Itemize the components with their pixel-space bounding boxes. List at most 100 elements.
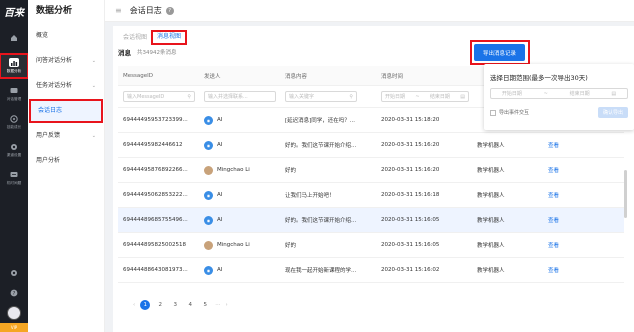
rail-item-home[interactable] xyxy=(0,26,28,50)
view-link[interactable]: 查看 xyxy=(543,191,613,199)
table-row[interactable]: 69444489685755496... ◉ AI 好的。我们这节课开始介绍... 20… xyxy=(118,208,624,233)
rail-item-growth[interactable]: 技能成长 xyxy=(0,110,28,134)
sender-name: AI xyxy=(217,117,223,123)
sender-name: Mingchao Li xyxy=(217,242,250,248)
sender-cell: ◉ AI xyxy=(199,265,280,275)
column-header: 消息时间 xyxy=(381,73,404,80)
chat-icon xyxy=(9,86,19,95)
gear-icon[interactable] xyxy=(0,263,28,283)
bot-name: 教学机器人 xyxy=(477,218,505,224)
brand-logo: 百来 xyxy=(4,7,24,19)
view-link[interactable]: 查看 xyxy=(543,166,613,174)
popover-title: 选择日期范围(最多一次导出30天) xyxy=(490,74,588,82)
sender-cell: ◉ AI xyxy=(199,190,280,200)
table-row[interactable]: 6944448958250025​18 Mingchao Li 好的 2020-03-… xyxy=(118,233,624,258)
help-icon[interactable]: ? xyxy=(165,6,174,15)
checkbox-box[interactable] xyxy=(490,109,496,116)
ellipsis[interactable]: ··· xyxy=(215,302,220,308)
home-icon xyxy=(9,34,19,43)
page-button[interactable]: 2 xyxy=(155,300,165,310)
message-id-input[interactable]: 输入MessageID ⚲ xyxy=(123,91,195,102)
export-messages-button[interactable]: 导出消息记录 xyxy=(474,44,525,61)
next-page-button[interactable]: › xyxy=(225,302,227,308)
tab-message-view[interactable]: 消息视图 xyxy=(151,30,188,45)
view-link[interactable]: 查看 xyxy=(543,241,613,249)
sidebar-item-label: 问答对话分析 xyxy=(36,57,73,64)
sender-cell: Mingchao Li xyxy=(199,165,280,175)
rail-item-channel[interactable]: 渠道设置 xyxy=(0,138,28,162)
chart-icon xyxy=(9,58,19,67)
view-tabs: 会话视图 消息视图 xyxy=(113,26,634,45)
sidebar-item-label: 概览 xyxy=(36,32,49,39)
avatar xyxy=(204,165,213,175)
scrollbar[interactable] xyxy=(624,170,627,218)
export-date-range[interactable]: 开始日期 ~ 结束日期 ▤ xyxy=(490,88,628,99)
message-id: 69444495953723399... xyxy=(123,117,188,123)
vip-badge: VIP xyxy=(0,323,28,332)
sidebar-item-label: 用户反馈 xyxy=(36,132,61,139)
page-button[interactable]: 4 xyxy=(185,300,195,310)
table-row[interactable]: 69444488643081973... ◉ AI 现在我一起开始新课程的学... 20… xyxy=(118,258,624,283)
sender-cell: ◉ AI xyxy=(199,215,280,225)
rail-label: 机时间题 xyxy=(6,180,22,185)
bot-name: 教学机器人 xyxy=(477,143,505,149)
view-link[interactable]: 查看 xyxy=(543,266,613,274)
message-id: 69444495062853222... xyxy=(123,192,188,198)
svg-text:?: ? xyxy=(13,291,16,297)
section-header: 消息 共34942条消息 xyxy=(113,44,634,60)
sender-name: AI xyxy=(217,142,223,148)
table-row[interactable]: 6944449598244661​2 ◉ AI 好的。我们这节课开始介绍... 2020… xyxy=(118,133,624,158)
sender-cell: ◉ AI xyxy=(199,140,280,150)
message-time: 2020-03-31 15:16:18 xyxy=(381,192,440,198)
sidebar-item-task-analysis[interactable]: 任务对话分析 ⌄ xyxy=(28,75,104,97)
message-content: 现在我一起开始新课程的学... xyxy=(285,268,357,274)
user-avatar[interactable] xyxy=(7,306,21,320)
page-button[interactable]: 5 xyxy=(200,300,210,310)
sender-select[interactable]: 输入并选择联系... xyxy=(204,91,276,102)
help-icon[interactable]: ? xyxy=(0,283,28,303)
rail-item-dialogue[interactable]: 对话管理 xyxy=(0,82,28,106)
table-row[interactable]: 69444495876892266... Mingchao Li 好的 2020-03… xyxy=(118,158,624,183)
sidebar-item-feedback[interactable]: 用户反馈 ⌄ xyxy=(28,125,104,147)
confirm-export-button[interactable]: 确认导出 xyxy=(597,107,628,118)
sidebar-item-qa-analysis[interactable]: 问答对话分析 ⌄ xyxy=(28,50,104,72)
prev-page-button[interactable]: ‹ xyxy=(133,302,135,308)
tab-session-view[interactable]: 会话视图 xyxy=(118,32,152,44)
message-time: 2020-03-31 15:16:02 xyxy=(381,267,440,273)
message-icon xyxy=(9,170,19,179)
sender-name: AI xyxy=(217,192,223,198)
ai-avatar-icon: ◉ xyxy=(204,215,213,225)
message-content: 好的。我们这节课开始介绍... xyxy=(285,218,357,224)
growth-icon xyxy=(9,114,19,123)
rail-bottom: ? VIP xyxy=(0,263,28,332)
sidebar-item-user-analysis[interactable]: 用户分析 xyxy=(28,150,104,172)
date-range-picker[interactable]: 开始日期 ~ 结束日期 ▤ xyxy=(381,91,469,102)
sidebar-item-overview[interactable]: 概览 xyxy=(28,25,104,47)
sidebar-item-session-log[interactable]: 会话日志 xyxy=(29,99,103,123)
chevron-down-icon: ⌄ xyxy=(91,83,96,89)
chevron-down-icon: ⌄ xyxy=(91,58,96,64)
message-content: [延迟消息]同学，还在吗？... xyxy=(285,118,356,124)
table-row[interactable]: 69444495062853222... ◉ AI 让我们马上开始吧！ 2020-03-… xyxy=(118,183,624,208)
export-events-checkbox[interactable]: 导出事件交互 xyxy=(490,109,529,116)
secondary-sidebar: 数据分析 概览 问答对话分析 ⌄ 任务对话分析 ⌄ 会话日志 用户反馈 ⌄ 用户… xyxy=(28,0,105,332)
main-area: ≡ 会话日志 ? 会话视图 消息视图 消息 共34942条消息 MessageI… xyxy=(105,0,634,332)
rail-item-analytics[interactable]: 数据分析 xyxy=(0,53,29,79)
section-title: 消息 xyxy=(118,49,131,57)
ai-avatar-icon: ◉ xyxy=(204,140,213,150)
page-button[interactable]: 1 xyxy=(140,300,151,310)
view-link[interactable]: 查看 xyxy=(543,216,613,224)
menu-icon[interactable]: ≡ xyxy=(115,6,122,15)
sender-name: AI xyxy=(217,217,223,223)
sender-cell: Mingchao Li xyxy=(199,240,280,250)
rail-label: 数据分析 xyxy=(6,68,22,73)
calendar-icon: ▤ xyxy=(611,90,617,97)
page-button[interactable]: 3 xyxy=(170,300,180,310)
sender-name: Mingchao Li xyxy=(217,167,250,173)
column-header: 发送人 xyxy=(204,73,221,80)
message-id: 6944448958250025​18 xyxy=(123,242,186,248)
content-keyword-input[interactable]: 输入关键字 ⚲ xyxy=(285,91,357,102)
view-link[interactable]: 查看 xyxy=(543,141,613,149)
rail-item-messages[interactable]: 机时间题 xyxy=(0,166,28,190)
search-icon: ⚲ xyxy=(187,93,191,100)
